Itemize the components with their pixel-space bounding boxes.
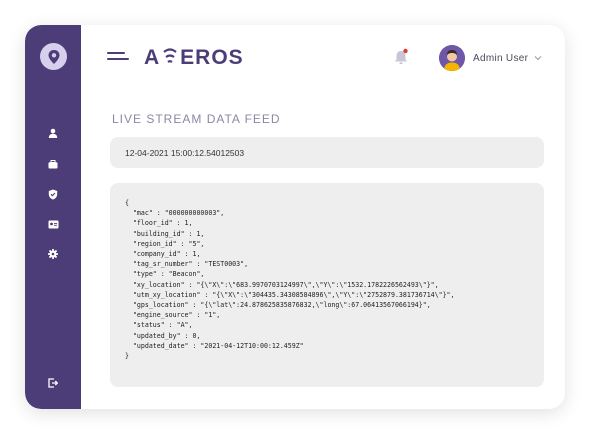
chevron-down-icon xyxy=(534,56,542,61)
json-line: "gps_location" : "{\"lat\":24.8786258358… xyxy=(125,301,431,310)
json-line: "building_id" : 1, xyxy=(125,229,205,238)
json-line: "updated_date" : "2021-04-12T10:00:12.45… xyxy=(125,341,304,350)
sidebar-logo[interactable] xyxy=(40,43,67,70)
json-line: "type" : "Beacon", xyxy=(125,270,205,279)
user-name: Admin User xyxy=(473,52,529,64)
json-line: "status" : "A", xyxy=(125,321,193,330)
menu-toggle-button[interactable] xyxy=(107,52,129,64)
json-line: } xyxy=(125,352,129,361)
json-line: "tag_sr_number" : "TEST0003", xyxy=(125,260,249,269)
avatar xyxy=(439,45,465,71)
briefcase-icon xyxy=(48,159,58,168)
brand-logo[interactable]: A EROS xyxy=(144,45,244,71)
brand-letter-a: A xyxy=(144,46,161,69)
app-frame: A EROS Admin User LIVE STREAM DATA FEED … xyxy=(25,25,565,409)
shield-icon xyxy=(48,189,58,199)
gear-icon xyxy=(48,249,58,259)
hamburger-line xyxy=(107,52,125,54)
sidebar-item-settings[interactable] xyxy=(45,246,61,262)
id-card-icon xyxy=(48,220,58,228)
user-menu[interactable]: Admin User xyxy=(439,45,542,71)
notification-dot xyxy=(403,48,408,54)
json-line: "mac" : "000000000003", xyxy=(125,209,225,218)
json-data-panel: { "mac" : "000000000003", "floor_id" : 1… xyxy=(110,183,544,387)
json-line: "region_id" : "5", xyxy=(125,239,205,248)
sidebar-item-user[interactable] xyxy=(45,125,61,141)
bell-icon xyxy=(395,48,408,64)
json-line: "company_id" : 1, xyxy=(125,250,201,259)
logout-button[interactable] xyxy=(45,375,61,391)
page-title: LIVE STREAM DATA FEED xyxy=(112,112,281,126)
brand-name: EROS xyxy=(180,46,244,69)
timestamp-text: 12-04-2021 15:00:12.54012503 xyxy=(125,147,245,158)
json-line: "utm_xy_location" : "{\"X\":\"304435.343… xyxy=(125,290,455,299)
user-icon xyxy=(48,128,58,138)
location-pin-icon xyxy=(48,49,59,64)
json-line: "engine_source" : "1", xyxy=(125,311,221,320)
json-line: "floor_id" : 1, xyxy=(125,219,193,228)
json-line: { xyxy=(125,199,129,207)
sidebar-item-shield[interactable] xyxy=(45,186,61,202)
hamburger-line xyxy=(107,58,129,60)
main-content: A EROS Admin User LIVE STREAM DATA FEED … xyxy=(81,25,565,409)
avatar-icon xyxy=(439,45,465,71)
sidebar-item-briefcase[interactable] xyxy=(45,156,61,172)
json-line: "updated_by" : 0, xyxy=(125,331,201,340)
signal-waves-icon xyxy=(163,48,177,63)
logout-icon xyxy=(48,378,58,388)
sidebar xyxy=(25,25,81,409)
json-line: "xy_location" : "{\"X\":\"683.9970703124… xyxy=(125,280,439,289)
timestamp-display: 12-04-2021 15:00:12.54012503 xyxy=(110,137,544,168)
sidebar-item-id-card[interactable] xyxy=(45,216,61,232)
notifications-button[interactable] xyxy=(393,48,409,66)
